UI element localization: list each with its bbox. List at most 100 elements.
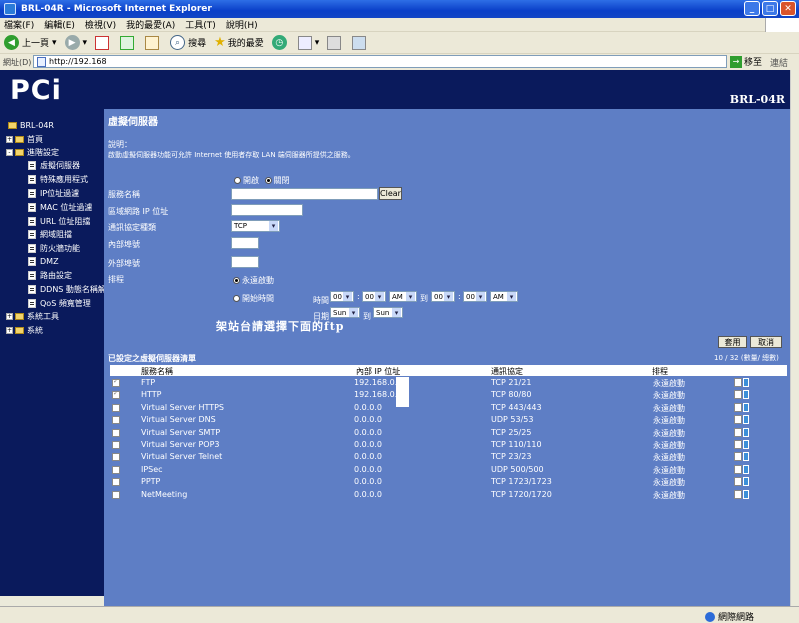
close-button[interactable]: ✕ [780, 1, 796, 16]
row-checkbox[interactable] [112, 428, 120, 437]
search-button[interactable]: ⌕ 搜尋 [170, 35, 206, 50]
end-minute-select[interactable]: 00 [463, 291, 487, 302]
favorites-button[interactable]: ★ 我的最愛 [214, 35, 264, 50]
history-icon: ◷ [271, 35, 287, 50]
sidebar-item-tools[interactable]: + 系統工具 [6, 311, 59, 322]
clear-button[interactable]: Clear [379, 187, 402, 200]
internal-port-input[interactable] [231, 237, 259, 249]
expand-icon: + [6, 136, 13, 143]
row-checkbox[interactable] [112, 389, 120, 400]
sidebar-item-ip-filter[interactable]: IP位址過濾 [28, 188, 79, 199]
history-button[interactable]: ◷ [271, 35, 290, 50]
edit-button[interactable] [352, 35, 369, 50]
end-ampm-select[interactable]: AM [490, 291, 518, 302]
menu-view[interactable]: 檢視(V) [85, 18, 116, 31]
server-name-input[interactable] [231, 188, 378, 200]
cancel-button[interactable]: 取消 [750, 336, 782, 348]
edit-icon[interactable] [734, 415, 742, 425]
sidebar-item-label: DDNS 動態名稱解析 [40, 285, 104, 294]
back-button[interactable]: ◀ 上一頁 ▾ [4, 35, 57, 50]
row-checkbox[interactable] [112, 441, 120, 449]
row-name: PPTP [141, 477, 161, 487]
edit-icon[interactable] [734, 477, 742, 487]
trash-icon[interactable] [743, 440, 749, 449]
header-name: 服務名稱 [141, 367, 173, 376]
enable-radio[interactable] [234, 177, 241, 184]
sidebar-item-url-block[interactable]: URL 位址阻擋 [28, 216, 90, 227]
menu-file[interactable]: 檔案(F) [4, 18, 34, 31]
edit-icon[interactable] [734, 440, 742, 449]
end-day-select[interactable]: Sun [373, 307, 403, 318]
menu-tools[interactable]: 工具(T) [185, 18, 216, 31]
edit-icon[interactable] [734, 402, 742, 412]
protocol-select[interactable]: TCP [231, 220, 280, 232]
trash-icon[interactable] [743, 452, 749, 462]
sidebar-item-virtual-server[interactable]: 虛擬伺服器 [28, 160, 80, 171]
sidebar-horizontal-scrollbar[interactable] [0, 596, 104, 606]
sidebar-item-advanced[interactable]: - 進階設定 [6, 147, 59, 158]
print-button[interactable] [327, 35, 344, 50]
home-button[interactable] [145, 35, 162, 50]
vertical-scrollbar[interactable] [790, 70, 799, 606]
always-radio[interactable] [233, 277, 240, 284]
refresh-button[interactable] [120, 35, 137, 50]
sidebar-item-domain-block[interactable]: 網域阻擋 [28, 229, 72, 240]
address-input[interactable]: http://192.168 [33, 55, 727, 68]
go-button[interactable]: → 移至 [730, 55, 762, 68]
menu-help[interactable]: 說明(H) [226, 18, 258, 31]
row-checkbox[interactable] [112, 377, 120, 387]
edit-icon[interactable] [734, 378, 742, 387]
search-label: 搜尋 [188, 39, 207, 49]
row-name: IPSec [141, 464, 163, 474]
row-schedule: 永遠啟動 [653, 403, 685, 413]
trash-icon[interactable] [743, 464, 749, 474]
sidebar-item-mac-filter[interactable]: MAC 位址過濾 [28, 202, 92, 213]
row-checkbox[interactable] [112, 490, 120, 499]
edit-icon[interactable] [734, 464, 742, 474]
forward-button[interactable]: ▶ ▾ [64, 35, 87, 50]
start-day-select[interactable]: Sun [330, 307, 360, 318]
sidebar-item-ddns[interactable]: DDNS 動態名稱解析 [28, 284, 104, 295]
start-minute-select[interactable]: 00 [362, 291, 386, 302]
mail-button[interactable]: ▾ [297, 35, 319, 50]
trash-icon[interactable] [743, 489, 749, 499]
sidebar-item-system[interactable]: + 系統 [6, 325, 43, 336]
minimize-button[interactable]: _ [744, 1, 760, 16]
maximize-button[interactable]: □ [762, 1, 778, 16]
start-hour-select[interactable]: 00 [330, 291, 354, 302]
edit-icon[interactable] [734, 427, 742, 437]
trash-icon[interactable] [743, 402, 749, 412]
edit-icon[interactable] [734, 452, 742, 462]
start-ampm-select[interactable]: AM [389, 291, 417, 302]
links-label[interactable]: 連結 [770, 56, 788, 69]
apply-button[interactable]: 套用 [718, 336, 747, 348]
trash-icon[interactable] [743, 477, 749, 487]
sidebar-item-firewall[interactable]: 防火牆功能 [28, 243, 80, 254]
edit-icon[interactable] [734, 390, 742, 400]
sidebar-item-dmz[interactable]: DMZ [28, 257, 59, 266]
row-checkbox[interactable] [112, 403, 120, 412]
sidebar-item-routing[interactable]: 路由設定 [28, 270, 72, 281]
row-checkbox[interactable] [112, 465, 120, 474]
disable-radio[interactable] [264, 177, 272, 184]
trash-icon[interactable] [743, 427, 749, 437]
trash-icon[interactable] [743, 415, 749, 425]
row-checkbox[interactable] [112, 478, 120, 487]
menu-edit[interactable]: 編輯(E) [44, 18, 75, 31]
stop-button[interactable] [95, 35, 112, 50]
external-port-input[interactable] [231, 256, 259, 268]
menu-favorites[interactable]: 我的最愛(A) [126, 18, 175, 31]
sidebar-item-home[interactable]: + 首頁 [6, 134, 43, 145]
lan-ip-input[interactable] [231, 204, 303, 216]
edit-icon[interactable] [734, 489, 742, 499]
row-checkbox[interactable] [112, 453, 120, 462]
start-time-radio[interactable] [233, 295, 240, 302]
sidebar-item-qos[interactable]: QoS 頻寬管理 [28, 298, 91, 309]
end-hour-select[interactable]: 00 [431, 291, 455, 302]
row-protocol: TCP 443/443 [491, 402, 542, 412]
sidebar-item-special-app[interactable]: 特殊應用程式 [28, 174, 88, 185]
trash-icon[interactable] [743, 390, 749, 400]
tree-root[interactable]: BRL-04R [8, 121, 54, 130]
row-checkbox[interactable] [112, 416, 120, 425]
trash-icon[interactable] [743, 378, 749, 387]
